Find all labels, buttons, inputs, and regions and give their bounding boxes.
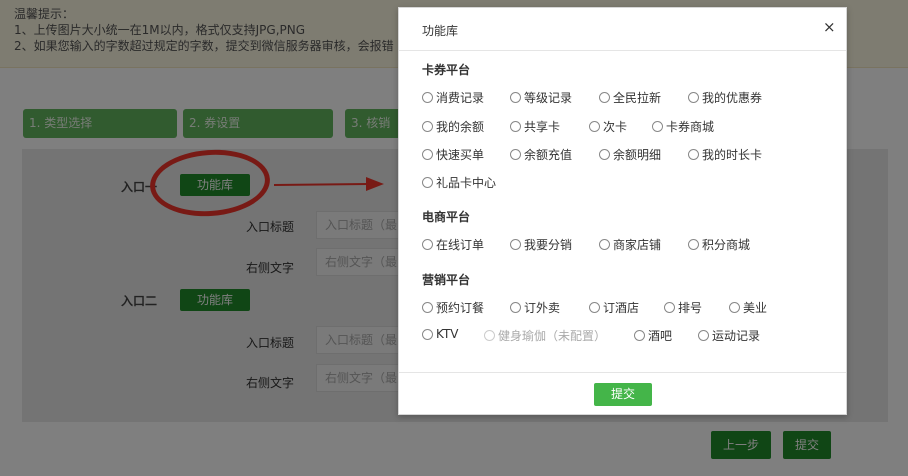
option-shared-card[interactable]: 共享卡 <box>510 118 560 135</box>
option-distribution[interactable]: 我要分销 <box>510 236 572 253</box>
radio-icon[interactable] <box>589 121 600 132</box>
section-title-ecommerce: 电商平台 <box>422 210 471 224</box>
option-my-balance[interactable]: 我的余额 <box>422 118 484 135</box>
option-time-card[interactable]: 我的时长卡 <box>688 146 762 163</box>
radio-icon[interactable] <box>688 239 699 250</box>
radio-icon <box>484 330 495 341</box>
radio-icon[interactable] <box>422 239 433 250</box>
section-title-card: 卡券平台 <box>422 63 471 77</box>
radio-icon[interactable] <box>422 149 433 160</box>
option-bar[interactable]: 酒吧 <box>634 327 672 344</box>
radio-icon[interactable] <box>599 92 610 103</box>
option-referral[interactable]: 全民拉新 <box>599 89 661 106</box>
option-ktv[interactable]: KTV <box>422 327 458 341</box>
option-points-mall[interactable]: 积分商城 <box>688 236 750 253</box>
option-merchant-store[interactable]: 商家店铺 <box>599 236 661 253</box>
option-my-coupons[interactable]: 我的优惠券 <box>688 89 762 106</box>
option-takeout[interactable]: 订外卖 <box>510 299 560 316</box>
radio-icon[interactable] <box>688 92 699 103</box>
option-sports-record[interactable]: 运动记录 <box>698 327 760 344</box>
option-online-order[interactable]: 在线订单 <box>422 236 484 253</box>
radio-icon[interactable] <box>510 121 521 132</box>
modal-title: 功能库 <box>422 24 459 38</box>
option-queue-number[interactable]: 排号 <box>664 299 702 316</box>
option-balance-recharge[interactable]: 余额充值 <box>510 146 572 163</box>
radio-icon[interactable] <box>422 121 433 132</box>
modal-header: 功能库 × <box>399 8 846 51</box>
close-icon[interactable]: × <box>823 18 836 36</box>
radio-icon[interactable] <box>634 330 645 341</box>
radio-icon[interactable] <box>422 328 433 340</box>
option-coupon-mall[interactable]: 卡券商城 <box>652 118 714 135</box>
option-level-record[interactable]: 等级记录 <box>510 89 572 106</box>
option-reserve-meal[interactable]: 预约订餐 <box>422 299 484 316</box>
radio-icon[interactable] <box>729 302 740 313</box>
option-count-card[interactable]: 次卡 <box>589 118 627 135</box>
option-gift-card-center[interactable]: 礼品卡中心 <box>422 174 496 191</box>
option-consumption-record[interactable]: 消费记录 <box>422 89 484 106</box>
radio-icon[interactable] <box>422 92 433 103</box>
modal-submit-button[interactable]: 提交 <box>594 383 652 406</box>
section-title-marketing: 营销平台 <box>422 273 471 287</box>
option-balance-detail[interactable]: 余额明细 <box>599 146 661 163</box>
radio-icon[interactable] <box>652 121 663 132</box>
option-hotel[interactable]: 订酒店 <box>589 299 639 316</box>
radio-icon[interactable] <box>510 92 521 103</box>
radio-icon[interactable] <box>589 302 600 313</box>
radio-icon[interactable] <box>422 302 433 313</box>
modal-footer: 提交 <box>399 372 846 415</box>
radio-icon[interactable] <box>688 149 699 160</box>
radio-icon[interactable] <box>599 149 610 160</box>
radio-icon[interactable] <box>510 149 521 160</box>
radio-icon[interactable] <box>664 302 675 313</box>
radio-icon[interactable] <box>698 330 709 341</box>
option-quick-pay[interactable]: 快速买单 <box>422 146 484 163</box>
radio-icon[interactable] <box>599 239 610 250</box>
radio-icon[interactable] <box>510 239 521 250</box>
radio-icon[interactable] <box>510 302 521 313</box>
option-beauty[interactable]: 美业 <box>729 299 767 316</box>
option-fitness-yoga: 健身瑜伽（未配置） <box>484 327 606 344</box>
function-library-modal: 功能库 × 卡券平台 消费记录 等级记录 全民拉新 我的优惠券 我的余额 共享卡… <box>398 7 847 415</box>
radio-icon[interactable] <box>422 177 433 188</box>
